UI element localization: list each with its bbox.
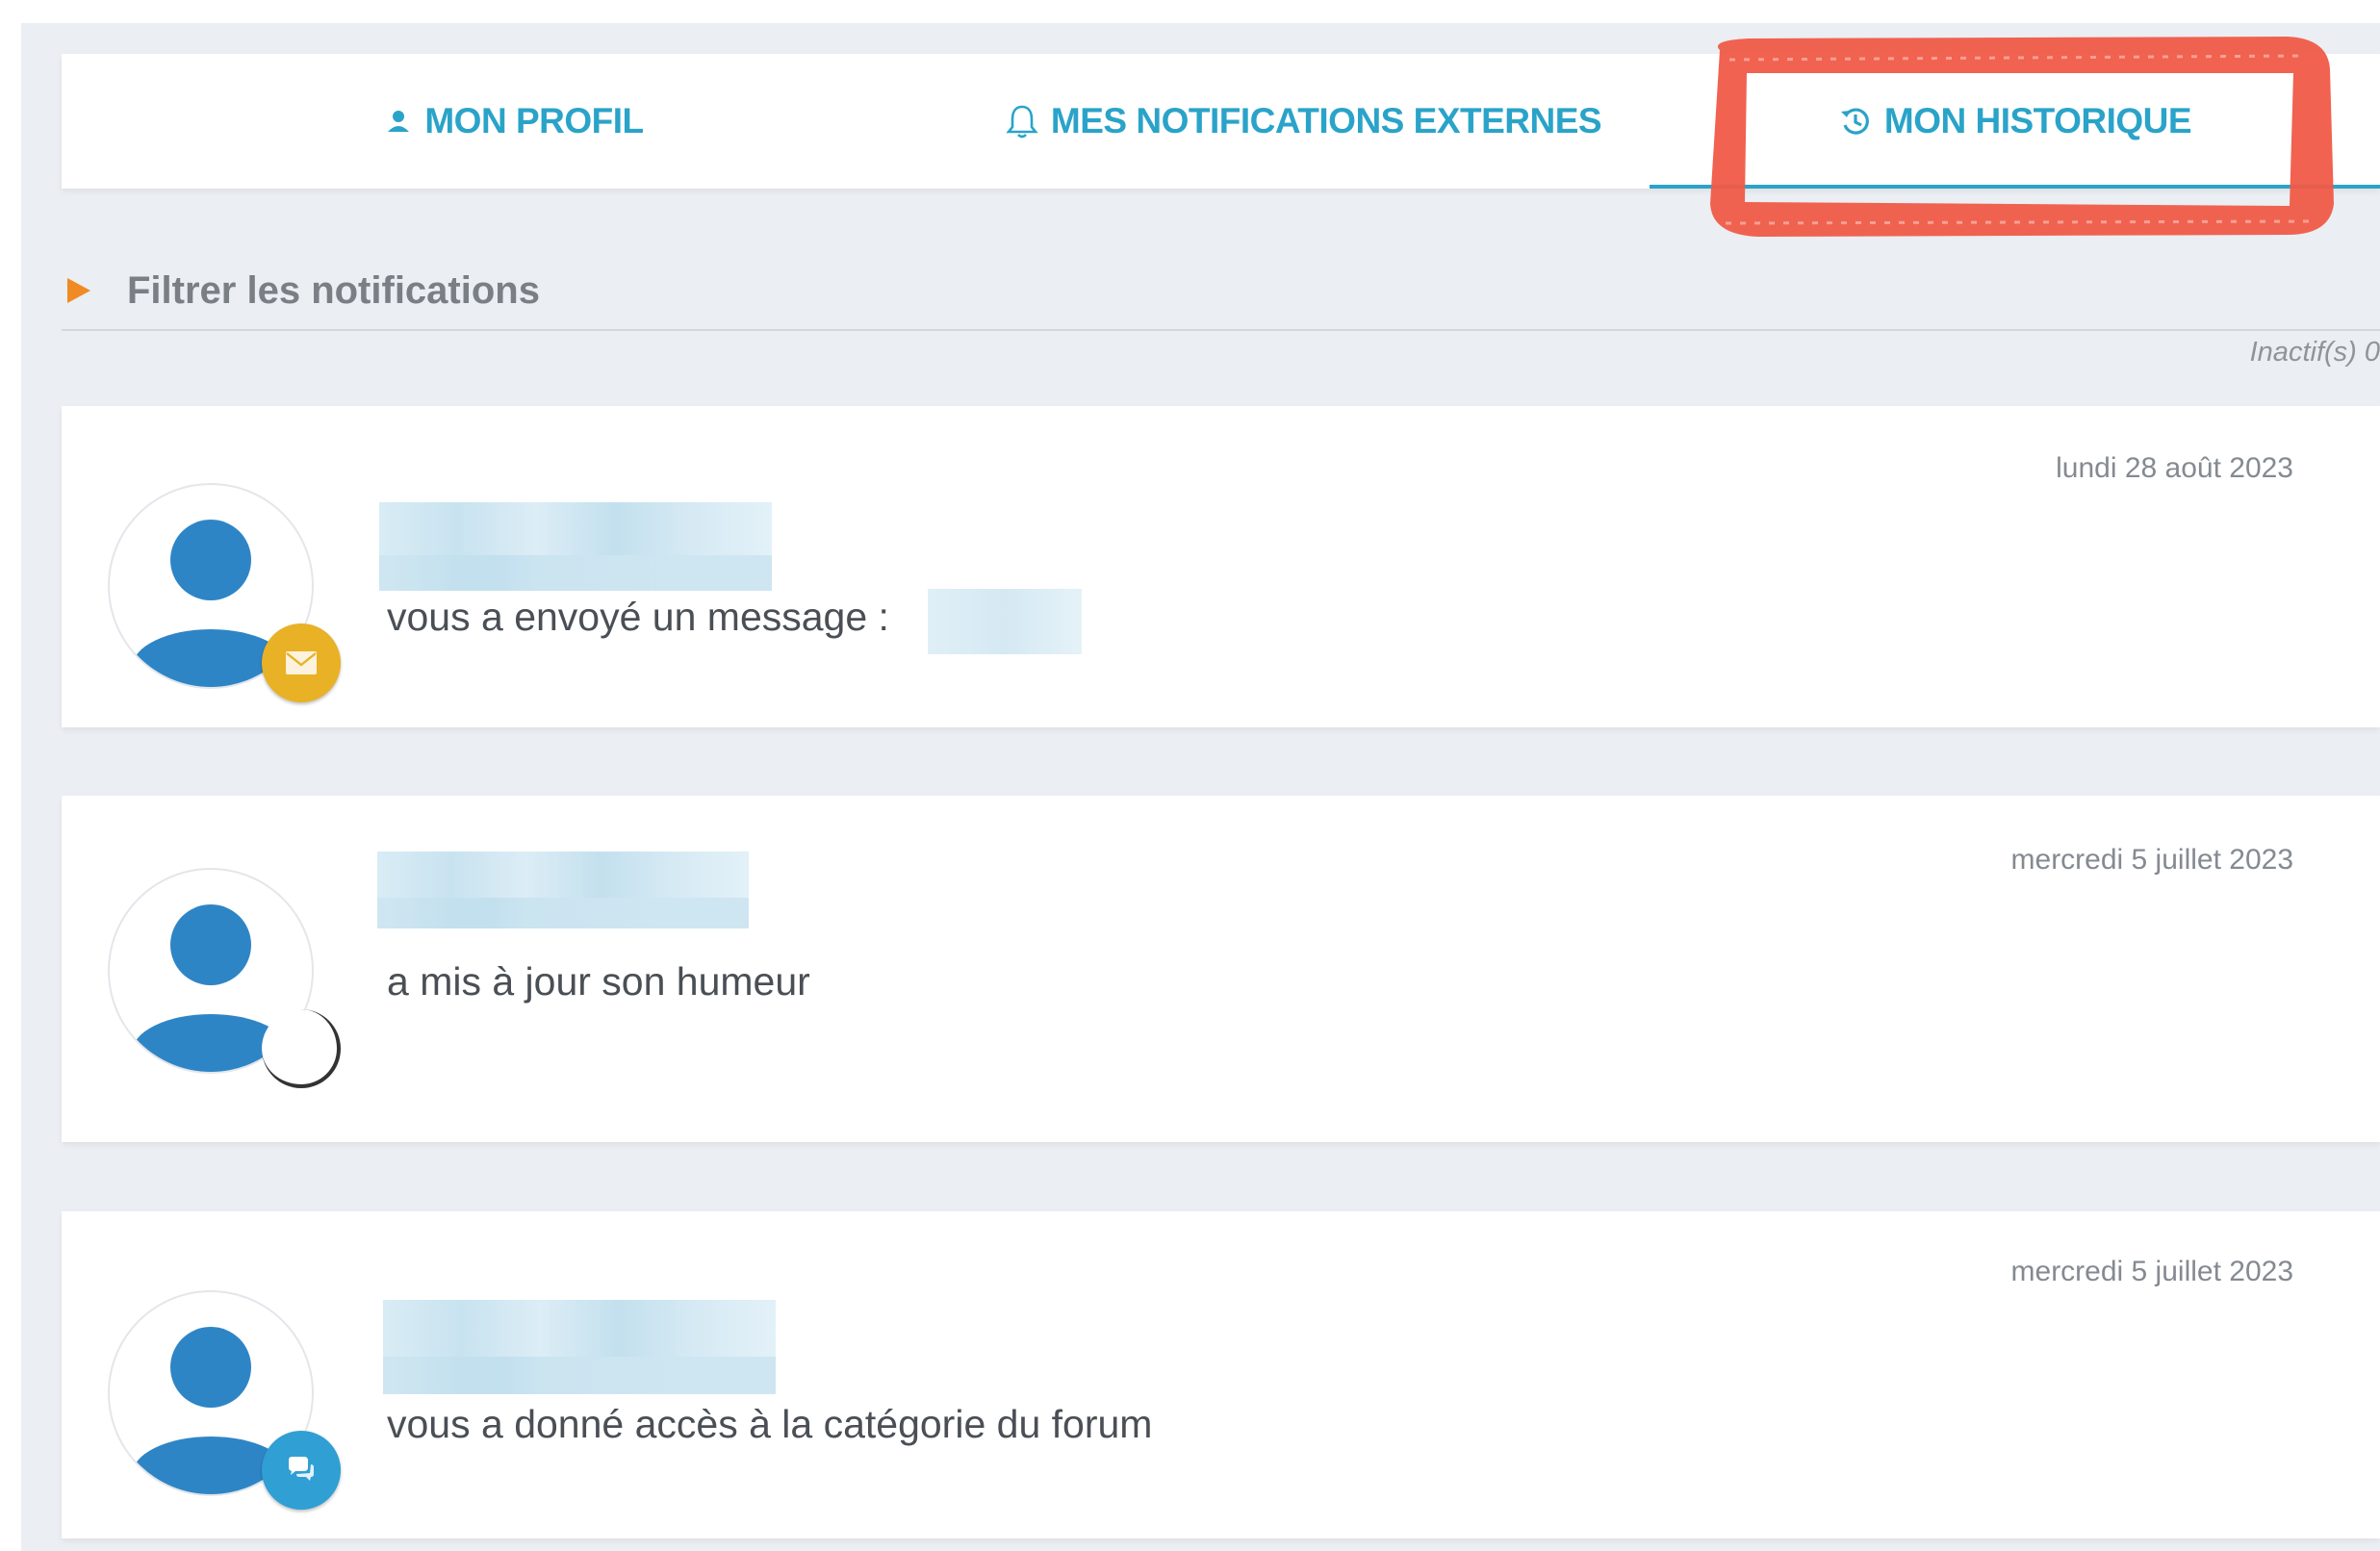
history-page: MON PROFIL MES NOTIFICATIONS EXTERNES MO… xyxy=(21,23,2380,1551)
tab-history-label: MON HISTORIQUE xyxy=(1883,101,2192,140)
mail-icon xyxy=(262,623,341,702)
tab-profile-label: MON PROFIL xyxy=(424,101,644,140)
sender-name-redacted xyxy=(383,1300,776,1394)
inactive-count: Inactif(s) 0 xyxy=(2249,337,2380,368)
user-icon xyxy=(384,107,413,136)
notification-item[interactable]: a mis à jour son humeur mercredi 5 juill… xyxy=(62,796,2380,1142)
bell-icon xyxy=(1005,103,1039,140)
sender-name-redacted xyxy=(377,852,749,928)
notification-item[interactable]: vous a donné accès à la catégorie du for… xyxy=(62,1211,2380,1538)
notification-message: a mis à jour son humeur xyxy=(387,959,810,1004)
history-icon xyxy=(1838,104,1873,139)
tab-bar: MON PROFIL MES NOTIFICATIONS EXTERNES MO… xyxy=(62,54,2380,189)
tab-history[interactable]: MON HISTORIQUE xyxy=(1650,54,2380,189)
filter-toggle[interactable]: Filtrer les notifications xyxy=(62,252,2380,331)
forum-chat-icon xyxy=(262,1431,341,1510)
sender-name-redacted xyxy=(379,502,772,591)
caret-right-icon xyxy=(67,278,90,303)
notification-message: vous a envoyé un message : xyxy=(387,595,889,639)
active-tab-indicator xyxy=(1650,185,2380,189)
tab-external-notifications-label: MES NOTIFICATIONS EXTERNES xyxy=(1050,101,1602,140)
filter-label: Filtrer les notifications xyxy=(127,268,540,312)
tab-external-notifications[interactable]: MES NOTIFICATIONS EXTERNES xyxy=(889,54,1717,189)
notification-item[interactable]: vous a envoyé un message : lundi 28 août… xyxy=(62,406,2380,727)
notification-date: mercredi 5 juillet 2023 xyxy=(2010,844,2293,876)
notification-message: vous a donné accès à la catégorie du for… xyxy=(387,1402,1153,1446)
notification-date: lundi 28 août 2023 xyxy=(2056,452,2293,484)
mood-icon xyxy=(262,1009,341,1088)
tab-profile[interactable]: MON PROFIL xyxy=(312,54,716,189)
message-preview-redacted xyxy=(928,589,1082,654)
notification-date: mercredi 5 juillet 2023 xyxy=(2010,1256,2293,1287)
